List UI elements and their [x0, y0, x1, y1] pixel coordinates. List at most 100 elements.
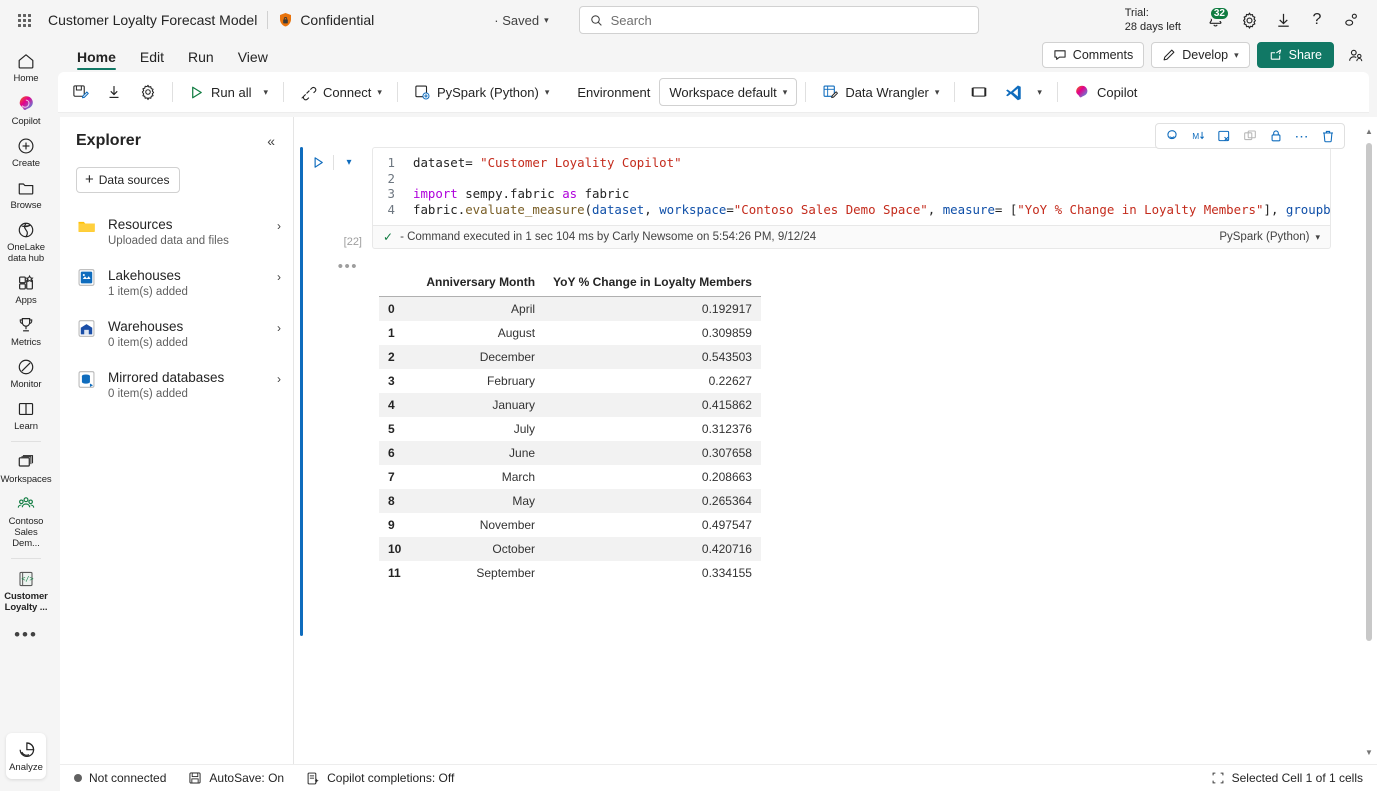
plus-icon: +	[85, 171, 94, 188]
table-body: 0 April 0.192917 1 August 0.309859 2 December…	[379, 296, 761, 586]
environment-select[interactable]: Workspace default ▾	[659, 78, 798, 106]
scroll-up-arrow[interactable]: ▲	[1363, 125, 1375, 137]
cell-month: December	[479, 350, 536, 365]
chevron-down-icon: ▾	[1315, 231, 1320, 242]
more-button[interactable]: ⋯	[1290, 125, 1314, 147]
rail-item-monitor[interactable]: Monitor	[0, 352, 52, 394]
rail-item-learn[interactable]: Learn	[0, 394, 52, 436]
cell-more-button[interactable]: •••	[294, 258, 372, 275]
export-button[interactable]	[98, 78, 130, 106]
rail-item-home[interactable]: Home	[0, 46, 52, 88]
rail-item-workspaces[interactable]: Workspaces	[0, 447, 52, 489]
layout-button[interactable]	[963, 78, 995, 106]
scrollbar-thumb[interactable]	[1366, 143, 1372, 641]
notifications-button[interactable]: 32	[1199, 4, 1231, 36]
explorer-item-mirrored-databases[interactable]: Mirrored databases 0 item(s) added ›	[60, 360, 293, 411]
download-icon	[109, 86, 119, 98]
canvas-scrollbar[interactable]: ▲ ▼	[1363, 127, 1375, 758]
rail-label: Monitor	[10, 379, 42, 390]
sensitivity-label[interactable]: Confidential	[278, 12, 374, 28]
explorer-item-resources[interactable]: Resources Uploaded data and files ›	[60, 207, 293, 258]
line-number: 2	[387, 170, 395, 186]
cell-language-selector[interactable]: PySpark (Python) ▾	[1219, 231, 1320, 243]
run-all-label: Run all	[211, 84, 252, 100]
run-cell-button[interactable]	[307, 151, 329, 173]
copilot-button[interactable]: Copilot	[1066, 78, 1144, 106]
folder-icon	[78, 221, 95, 233]
copilot-completions-status[interactable]: Copilot completions: Off	[306, 771, 454, 786]
environment-value: Workspace default	[669, 84, 777, 100]
add-data-sources-button[interactable]: + Data sources	[76, 167, 180, 193]
code-text[interactable]: 1 dataset= "Customer Loyality Copilot" 2 …	[373, 155, 1330, 217]
row-index: 1	[388, 326, 395, 341]
clear-output-button[interactable]	[1212, 125, 1236, 147]
help-button[interactable]: ?	[1301, 4, 1333, 36]
tab-run[interactable]: Run	[177, 46, 225, 72]
more-icon: ⋯	[1294, 128, 1310, 144]
vscode-button[interactable]: ▾	[997, 78, 1049, 106]
connect-button[interactable]: Connect ▾	[292, 78, 389, 106]
tab-view[interactable]: View	[227, 46, 279, 72]
run-all-button[interactable]: Run all	[181, 78, 258, 106]
collapse-explorer-button[interactable]: «	[263, 131, 279, 151]
language-button[interactable]: PySpark (Python) ▾	[406, 78, 556, 106]
rail-more-button[interactable]: •••	[14, 617, 38, 653]
duplicate-button[interactable]	[1238, 125, 1262, 147]
toolbar-divider	[954, 82, 956, 102]
rail-item-customer-loyalty-notebook[interactable]: </> Customer Loyalty ...	[0, 564, 52, 617]
language-label: PySpark (Python)	[436, 84, 539, 100]
chevron-right-icon: ›	[277, 270, 281, 284]
rail-item-onelake-data-hub[interactable]: OneLake data hub	[0, 215, 52, 268]
rail-item-create[interactable]: Create	[0, 131, 52, 173]
copilot-cell-button[interactable]	[1160, 125, 1184, 147]
trial-status: Trial: 28 days left	[1125, 6, 1181, 34]
tab-home[interactable]: Home	[66, 46, 127, 72]
rail-item-metrics[interactable]: Metrics	[0, 310, 52, 352]
execution-count: [22]	[343, 236, 362, 248]
rail-item-apps[interactable]: Apps	[0, 268, 52, 310]
data-wrangler-button[interactable]: Data Wrangler ▾	[814, 78, 946, 106]
toolbar-settings-button[interactable]	[132, 78, 164, 106]
run-all-dropdown[interactable]: ▾	[260, 78, 275, 106]
row-index: 4	[388, 398, 395, 413]
chevron-down-icon[interactable]: ▾	[1037, 87, 1042, 98]
rail-item-contoso-sales-demo[interactable]: Contoso Sales Dem...	[0, 489, 52, 553]
explorer-item-text: Lakehouses 1 item(s) added	[108, 267, 266, 300]
save-edit-button[interactable]	[64, 78, 96, 106]
connection-status[interactable]: Not connected	[74, 771, 166, 785]
cell-month: February	[487, 374, 536, 389]
feedback-button[interactable]	[1335, 4, 1367, 36]
autosave-status[interactable]: AutoSave: On	[188, 771, 284, 785]
settings-button[interactable]	[1233, 4, 1265, 36]
copilot-completions-icon	[307, 772, 319, 784]
learn-book-icon	[18, 402, 34, 416]
search-input[interactable]	[610, 12, 968, 28]
share-people-button[interactable]	[1341, 42, 1369, 68]
comments-button[interactable]: Comments	[1041, 42, 1145, 68]
row-index: 11	[388, 566, 401, 581]
save-status[interactable]: · Saved ▾	[494, 13, 548, 28]
rail-item-copilot[interactable]: Copilot	[0, 88, 52, 131]
analyze-button[interactable]: Analyze	[6, 733, 46, 779]
selection-status[interactable]: Selected Cell 1 of 1 cells	[1211, 771, 1363, 785]
copilot-icon	[19, 96, 33, 110]
develop-button[interactable]: Develop ▾	[1151, 42, 1250, 68]
cell-run-dropdown[interactable]: ▾	[338, 151, 360, 173]
explorer-item-lakehouses[interactable]: Lakehouses 1 item(s) added ›	[60, 258, 293, 309]
markdown-button[interactable]: M	[1186, 125, 1210, 147]
share-button[interactable]: Share	[1256, 42, 1334, 68]
delete-cell-button[interactable]	[1316, 125, 1340, 147]
scroll-down-arrow[interactable]: ▼	[1363, 746, 1375, 758]
notebook-cell[interactable]: ▾ [22] ••• 1 dataset= "Customer Loyality …	[294, 147, 1359, 636]
search-box[interactable]	[578, 6, 979, 34]
download-button[interactable]	[1267, 4, 1299, 36]
save-disk-icon	[189, 772, 201, 784]
explorer-item-warehouses[interactable]: Warehouses 0 item(s) added ›	[60, 309, 293, 360]
app-launcher-button[interactable]	[0, 0, 48, 40]
tab-edit[interactable]: Edit	[129, 46, 175, 72]
scrollbar-track[interactable]	[1363, 143, 1375, 758]
code-editor[interactable]: 1 dataset= "Customer Loyality Copilot" 2 …	[372, 147, 1331, 227]
rail-item-browse[interactable]: Browse	[0, 173, 52, 215]
delete-icon	[1323, 130, 1333, 143]
lock-button[interactable]	[1264, 125, 1288, 147]
